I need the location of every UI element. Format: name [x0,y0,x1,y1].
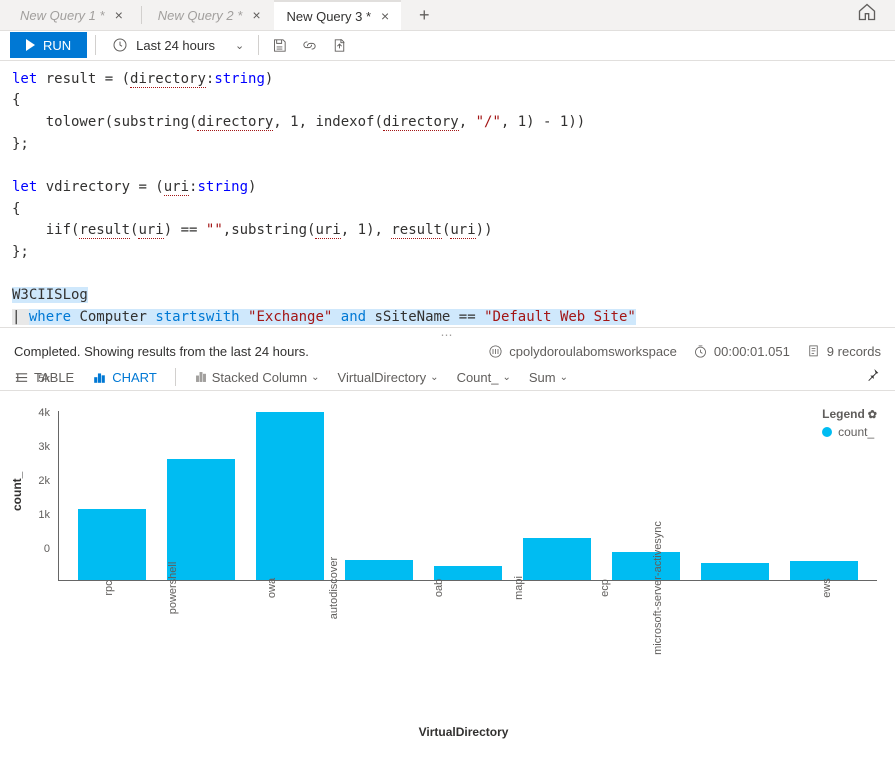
bar[interactable] [602,411,691,580]
chevron-down-icon[interactable]: ⌄ [229,39,250,52]
tab-separator [141,6,142,24]
divider [95,35,96,55]
tab-query-1[interactable]: New Query 1 * × [8,0,135,30]
tab-label: New Query 3 * [286,9,371,24]
chart-area: Legend✿ count_ count_ 01k2k3k4k5k rpcpow… [0,391,895,757]
chart-type-dropdown[interactable]: Stacked Column⌄ [194,370,320,385]
bar[interactable] [245,411,334,580]
bar[interactable] [691,411,780,580]
y-axis-label: count_ [10,472,24,511]
y-axis-ticks: 01k2k3k4k5k [24,391,54,561]
tab-query-2[interactable]: New Query 2 * × [146,0,273,30]
run-button[interactable]: RUN [10,32,87,58]
save-icon[interactable] [267,33,291,57]
view-switch-bar: TABLE CHART Stacked Column⌄ VirtualDirec… [0,365,895,391]
records-indicator: 9 records [806,344,881,359]
y-axis-dropdown[interactable]: Count_⌄ [457,370,511,385]
bar[interactable] [67,411,156,580]
chart-plot [58,411,877,581]
play-icon [26,39,35,51]
x-axis-label: VirtualDirectory [50,725,877,747]
tab-bar: New Query 1 * × New Query 2 * × New Quer… [0,0,895,31]
pin-icon[interactable] [865,367,881,387]
status-bar: Completed. Showing results from the last… [0,338,895,364]
toolbar: RUN Last 24 hours ⌄ [0,31,895,61]
workspace-indicator: cpolydoroulabomsworkspace [488,344,677,359]
chart-view-button[interactable]: CHART [92,370,157,385]
time-range-picker[interactable]: Last 24 hours [104,32,223,58]
close-icon[interactable]: × [252,7,260,23]
x-axis-dropdown[interactable]: VirtualDirectory⌄ [338,370,439,385]
aggregation-dropdown[interactable]: Sum⌄ [529,370,568,385]
bar[interactable] [513,411,602,580]
close-icon[interactable]: × [381,8,389,24]
bar[interactable] [334,411,423,580]
x-axis-ticks: rpcpowershellowaautodiscoveroabmapiecpmi… [58,585,877,725]
home-icon[interactable] [847,2,887,28]
query-editor[interactable]: let result = (directory:string) { tolowe… [0,61,895,329]
tab-label: New Query 1 * [20,8,105,23]
tab-query-3[interactable]: New Query 3 * × [274,0,401,30]
close-icon[interactable]: × [115,7,123,23]
bar[interactable] [156,411,245,580]
export-icon[interactable] [327,33,351,57]
bar[interactable] [780,411,869,580]
duration-indicator: 00:00:01.051 [693,344,790,359]
divider [258,35,259,55]
copy-link-icon[interactable] [297,33,321,57]
new-tab-button[interactable]: + [409,0,439,30]
bar[interactable] [423,411,512,580]
resize-handle[interactable]: ⋯ [0,328,895,338]
time-range-label: Last 24 hours [136,38,215,53]
run-label: RUN [43,38,71,53]
status-message: Completed. Showing results from the last… [14,344,309,359]
tab-label: New Query 2 * [158,8,243,23]
